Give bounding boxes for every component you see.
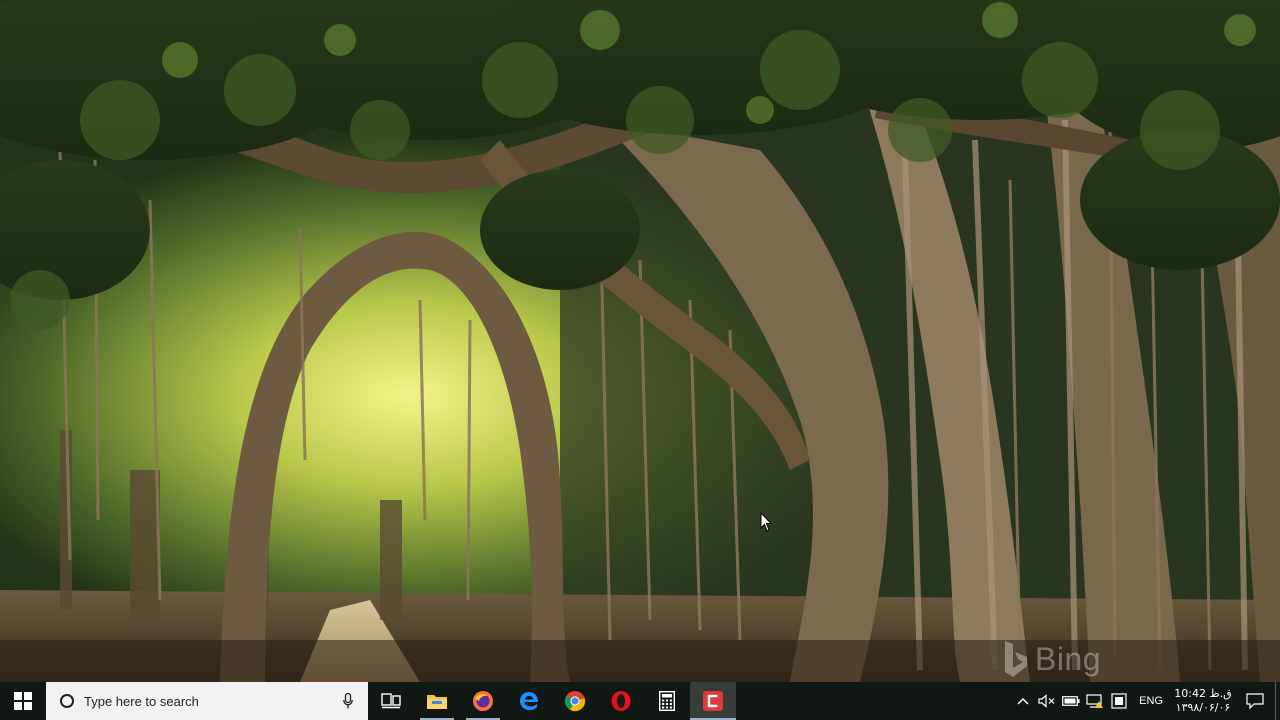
camtasia-icon (703, 691, 723, 711)
microphone-icon[interactable] (340, 691, 356, 711)
taskbar-search-box[interactable]: Type here to search (46, 682, 368, 720)
battery-button[interactable] (1059, 682, 1083, 720)
clock-time: 10:42 ق.ظ (1174, 687, 1232, 700)
taskbar-camtasia[interactable] (690, 682, 736, 720)
calculator-icon (659, 691, 675, 711)
network-button[interactable] (1083, 682, 1107, 720)
folder-icon (427, 695, 447, 709)
system-tray: ENG 10:42 ق.ظ ۱۳۹۸/۰۶/۰۶ (1011, 682, 1280, 720)
chrome-icon (564, 691, 586, 712)
taskbar-file-explorer[interactable] (414, 682, 460, 720)
mouse-pointer-icon (760, 512, 772, 532)
taskbar-clock[interactable]: 10:42 ق.ظ ۱۳۹۸/۰۶/۰۶ (1171, 682, 1235, 720)
cortana-icon (60, 694, 74, 708)
opera-icon (611, 691, 631, 711)
show-desktop-button[interactable] (1275, 682, 1280, 720)
speaker-muted-icon (1038, 694, 1055, 708)
wallpaper-image (0, 0, 1280, 682)
bing-watermark-text: Bing (1035, 640, 1102, 677)
task-view-button[interactable] (368, 682, 414, 720)
taskbar: Type here to search ENG 10:42 ق.ظ ۱۳۹۸/۰… (0, 682, 1280, 720)
chevron-up-icon (1017, 698, 1029, 705)
volume-button[interactable] (1035, 682, 1059, 720)
windows-logo-icon (14, 692, 32, 710)
notification-icon (1246, 693, 1264, 709)
desktop-wallpaper[interactable]: Bing (0, 0, 1280, 682)
start-button[interactable] (0, 682, 46, 720)
bing-watermark: Bing (1003, 636, 1101, 682)
show-hidden-icons-button[interactable] (1011, 682, 1035, 720)
taskbar-chrome[interactable] (552, 682, 598, 720)
taskbar-edge[interactable] (506, 682, 552, 720)
taskbar-opera[interactable] (598, 682, 644, 720)
clock-date: ۱۳۹۸/۰۶/۰۶ (1175, 701, 1231, 714)
firefox-icon (473, 691, 493, 711)
network-warning-icon (1086, 694, 1104, 708)
tray-app-button[interactable] (1107, 682, 1131, 720)
input-language-indicator[interactable]: ENG (1131, 695, 1171, 707)
taskbar-firefox[interactable] (460, 682, 506, 720)
task-view-icon (381, 693, 401, 709)
battery-icon (1062, 696, 1080, 706)
edge-icon (520, 692, 539, 710)
taskbar-calculator[interactable] (644, 682, 690, 720)
action-center-button[interactable] (1235, 682, 1275, 720)
tray-app-icon (1111, 693, 1127, 709)
search-placeholder: Type here to search (84, 693, 199, 709)
bing-logo-icon (1005, 641, 1027, 677)
